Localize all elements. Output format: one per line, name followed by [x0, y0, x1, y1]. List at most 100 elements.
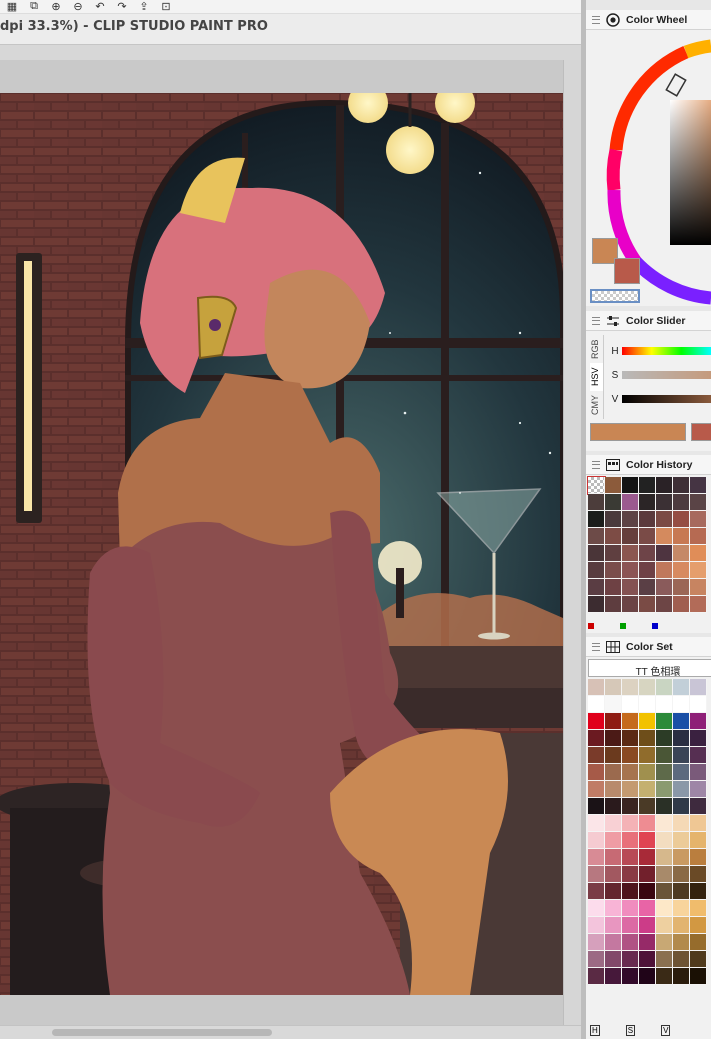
color-set-swatch[interactable]	[690, 934, 707, 951]
history-swatch[interactable]	[588, 596, 605, 613]
color-set-swatch[interactable]	[639, 696, 656, 713]
color-set-swatch[interactable]	[605, 679, 622, 696]
history-swatch[interactable]	[622, 579, 639, 596]
color-set-swatch[interactable]	[639, 815, 656, 832]
color-set-swatch[interactable]	[588, 679, 605, 696]
history-swatch[interactable]	[605, 596, 622, 613]
color-set-swatch[interactable]	[656, 917, 673, 934]
color-set-swatch[interactable]	[656, 883, 673, 900]
color-set-swatch[interactable]	[622, 866, 639, 883]
hue-handle[interactable]	[665, 73, 687, 97]
status-s-icon[interactable]: S	[625, 1024, 636, 1036]
tab-cmy[interactable]: CMY	[590, 391, 603, 419]
color-set-swatch[interactable]	[656, 832, 673, 849]
color-set-swatch[interactable]	[690, 866, 707, 883]
history-swatch[interactable]	[656, 579, 673, 596]
sub-color-swatch[interactable]	[614, 258, 640, 284]
color-set-swatch[interactable]	[673, 815, 690, 832]
color-set-swatch[interactable]	[690, 815, 707, 832]
history-swatch[interactable]	[639, 477, 656, 494]
color-set-swatch[interactable]	[605, 832, 622, 849]
history-swatch[interactable]	[639, 494, 656, 511]
color-set-swatch[interactable]	[639, 798, 656, 815]
history-swatch[interactable]	[639, 528, 656, 545]
color-set-swatch[interactable]	[656, 951, 673, 968]
history-swatch[interactable]	[673, 579, 690, 596]
color-set-swatch[interactable]	[622, 849, 639, 866]
color-set-swatch[interactable]	[673, 713, 690, 730]
color-set-swatch[interactable]	[588, 781, 605, 798]
color-set-swatch[interactable]	[690, 832, 707, 849]
color-set-swatch[interactable]	[605, 764, 622, 781]
color-set-swatch[interactable]	[639, 764, 656, 781]
color-set-swatch[interactable]	[622, 883, 639, 900]
drag-grip-icon[interactable]	[592, 15, 600, 24]
redo-icon[interactable]: ↷	[114, 1, 130, 13]
color-set-swatch[interactable]	[588, 968, 605, 985]
color-set-swatch[interactable]	[622, 951, 639, 968]
selection-icon[interactable]: ▦	[4, 1, 20, 13]
color-set-swatch[interactable]	[622, 764, 639, 781]
history-swatch[interactable]	[690, 545, 707, 562]
history-swatch[interactable]	[588, 545, 605, 562]
history-swatch[interactable]	[690, 511, 707, 528]
color-set-swatch[interactable]	[656, 866, 673, 883]
canvas-area[interactable]	[0, 60, 581, 1025]
color-set-swatch[interactable]	[656, 713, 673, 730]
color-set-swatch[interactable]	[690, 798, 707, 815]
color-set-swatch[interactable]	[605, 968, 622, 985]
color-set-swatch[interactable]	[690, 696, 707, 713]
history-swatch[interactable]	[622, 494, 639, 511]
history-swatch[interactable]	[588, 562, 605, 579]
drag-grip-icon[interactable]	[592, 316, 600, 325]
color-set-swatch[interactable]	[605, 917, 622, 934]
drag-grip-icon[interactable]	[592, 642, 600, 651]
color-set-swatch[interactable]	[622, 968, 639, 985]
color-set-swatch[interactable]	[639, 866, 656, 883]
history-swatch[interactable]	[605, 477, 622, 494]
color-set-swatch[interactable]	[588, 900, 605, 917]
color-set-swatch[interactable]	[622, 713, 639, 730]
history-swatch[interactable]	[605, 545, 622, 562]
history-swatch[interactable]	[673, 511, 690, 528]
history-swatch[interactable]	[605, 511, 622, 528]
vertical-scrollbar[interactable]	[563, 60, 581, 1025]
color-set-swatch[interactable]	[690, 849, 707, 866]
color-set-swatch[interactable]	[605, 798, 622, 815]
history-swatch[interactable]	[656, 545, 673, 562]
history-swatch[interactable]	[587, 476, 606, 495]
color-set-swatch[interactable]	[588, 849, 605, 866]
color-set-swatch[interactable]	[673, 747, 690, 764]
color-set-swatch[interactable]	[639, 917, 656, 934]
status-v-icon[interactable]: V	[661, 1024, 671, 1036]
artwork-canvas[interactable]	[0, 93, 563, 995]
color-set-swatch[interactable]	[622, 815, 639, 832]
color-set-swatch[interactable]	[605, 815, 622, 832]
history-swatch[interactable]	[622, 511, 639, 528]
history-swatch[interactable]	[690, 562, 707, 579]
color-set-swatch[interactable]	[656, 696, 673, 713]
color-set-dropdown[interactable]: TT 色相環	[588, 659, 711, 678]
color-set-swatch[interactable]	[673, 900, 690, 917]
color-set-swatch[interactable]	[690, 781, 707, 798]
history-swatch[interactable]	[639, 545, 656, 562]
color-set-swatch[interactable]	[605, 849, 622, 866]
color-set-swatch[interactable]	[690, 679, 707, 696]
color-slider-header[interactable]: Color Slider	[586, 311, 711, 331]
color-set-swatch[interactable]	[639, 883, 656, 900]
color-set-swatch[interactable]	[656, 934, 673, 951]
color-set-swatch[interactable]	[605, 713, 622, 730]
color-set-swatch[interactable]	[639, 968, 656, 985]
history-swatch[interactable]	[639, 511, 656, 528]
color-set-swatch[interactable]	[605, 866, 622, 883]
color-set-swatch[interactable]	[656, 849, 673, 866]
history-swatch[interactable]	[622, 562, 639, 579]
history-swatch[interactable]	[656, 528, 673, 545]
history-swatch[interactable]	[622, 596, 639, 613]
saturation-slider[interactable]	[622, 371, 711, 379]
zoom-out-icon[interactable]: ⊖	[70, 1, 86, 13]
color-set-swatch[interactable]	[622, 679, 639, 696]
zoom-in-icon[interactable]: ⊕	[48, 1, 64, 13]
color-set-swatch[interactable]	[656, 815, 673, 832]
color-set-header[interactable]: Color Set	[586, 637, 711, 657]
